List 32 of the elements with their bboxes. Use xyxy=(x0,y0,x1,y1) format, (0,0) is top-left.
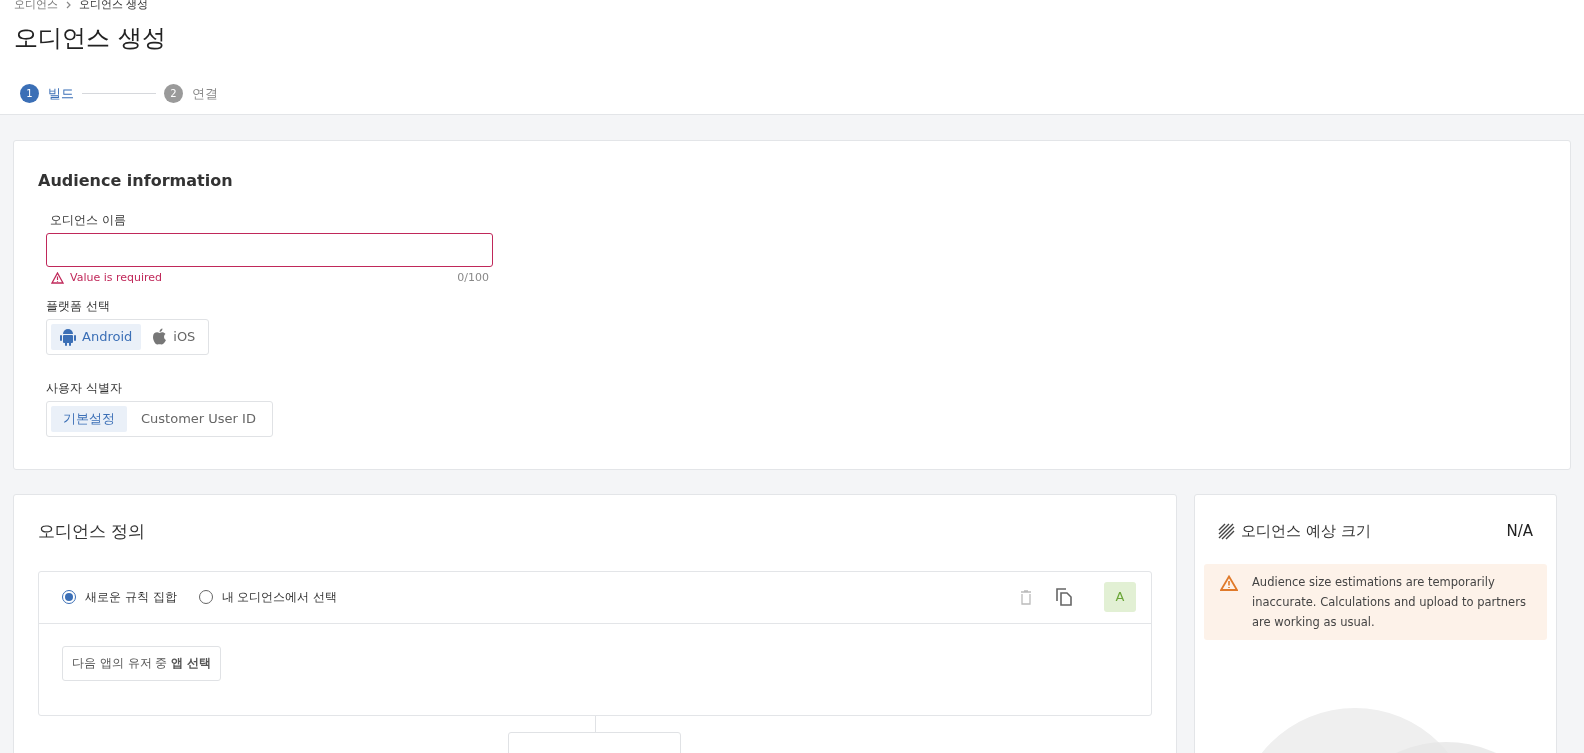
duplicate-button[interactable] xyxy=(1056,588,1072,606)
identifier-option[interactable]: 기본설정 xyxy=(51,405,127,432)
step-tab[interactable]: 1 빌드 xyxy=(20,84,74,104)
select-app-button[interactable]: 다음 앱의 유저 중 앱 선택 xyxy=(62,645,222,681)
name-input-field[interactable] xyxy=(46,233,493,267)
trash-icon xyxy=(1020,589,1032,605)
field-label: 플랫폼 선택 xyxy=(46,297,111,315)
group-badge: A xyxy=(1104,582,1136,612)
chevron-right-icon xyxy=(66,1,71,9)
radio-option[interactable]: 내 오디언스에서 선택 xyxy=(198,588,338,606)
section-title: 오디언스 정의 xyxy=(38,520,147,543)
field-label: 사용자 식별자 xyxy=(46,379,123,397)
section-title: Audience information xyxy=(38,170,234,192)
apple-icon xyxy=(152,328,168,345)
warning-icon xyxy=(1220,574,1238,591)
breadcrumb-link[interactable]: 오디언스 xyxy=(14,0,58,14)
error-message: Value is required xyxy=(70,270,163,286)
platform-option[interactable]: iOS xyxy=(143,323,205,350)
field-label: 오디언스 이름 xyxy=(50,212,127,229)
estimate-title: 오디언스 예상 크기 xyxy=(1241,521,1371,542)
android-icon xyxy=(60,327,76,346)
hatched-icon xyxy=(1218,522,1235,540)
estimate-value: N/A xyxy=(1506,521,1533,542)
platform-option[interactable]: Android xyxy=(51,323,142,350)
page-title: 오디언스 생성 xyxy=(14,23,167,54)
warning-message: Audience size estimations are temporarily inaccurate. Calculations and upload to partners are working as usual. xyxy=(1252,573,1527,631)
character-counter: 0/100 xyxy=(457,270,489,286)
warning-icon xyxy=(51,272,64,285)
radio-option[interactable]: 새로운 규칙 집합 xyxy=(62,588,177,606)
copy-icon xyxy=(1056,588,1072,606)
step-tab[interactable]: 2 연결 xyxy=(164,84,218,104)
identifier-option[interactable]: Customer User ID xyxy=(129,405,268,432)
